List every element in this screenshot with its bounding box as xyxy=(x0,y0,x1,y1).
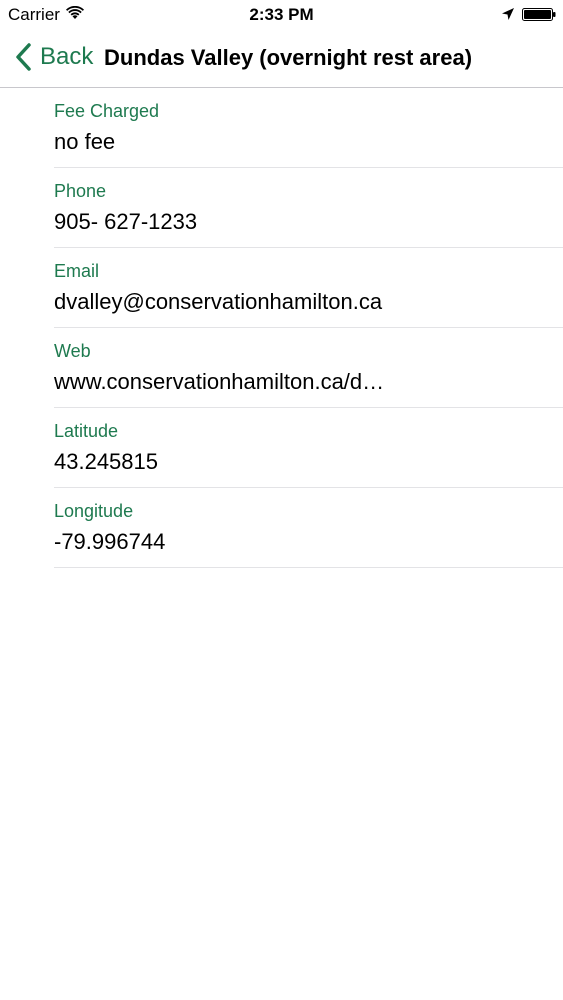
location-arrow-icon xyxy=(502,8,514,20)
web-label: Web xyxy=(54,341,91,361)
email-label: Email xyxy=(54,261,100,281)
detail-row-latitude: Latitude 43.245815 xyxy=(54,408,563,488)
navigation-bar: Back Dundas Valley (overnight rest area) xyxy=(0,30,563,88)
web-value[interactable]: www.conservationhamilton.ca/d… xyxy=(54,369,384,395)
detail-row-phone[interactable]: Phone 905- 627-1233 xyxy=(54,168,563,248)
page-title: Dundas Valley (overnight rest area) xyxy=(104,45,473,70)
back-button[interactable]: Back xyxy=(14,40,93,74)
status-time: 2:33 PM xyxy=(249,5,314,24)
latitude-label: Latitude xyxy=(54,421,119,441)
latitude-value: 43.245815 xyxy=(54,449,158,474)
phone-value[interactable]: 905- 627-1233 xyxy=(54,209,197,235)
longitude-value: -79.996744 xyxy=(54,529,166,554)
detail-list: Fee Charged no fee Phone 905- 627-1233 E… xyxy=(0,88,563,568)
fee-label: Fee Charged xyxy=(54,101,160,121)
detail-row-email[interactable]: Email dvalley@conservationhamilton.ca xyxy=(54,248,563,328)
detail-row-longitude: Longitude -79.996744 xyxy=(54,488,563,568)
detail-row-fee: Fee Charged no fee xyxy=(54,88,563,168)
detail-row-web[interactable]: Web www.conservationhamilton.ca/d… xyxy=(54,328,563,408)
fee-value: no fee xyxy=(54,129,116,154)
battery-icon xyxy=(522,8,556,21)
chevron-left-icon xyxy=(16,43,31,71)
status-bar: Carrier 2:33 PM xyxy=(0,0,563,30)
back-label: Back xyxy=(40,43,94,70)
email-value[interactable]: dvalley@conservationhamilton.ca xyxy=(54,289,382,315)
longitude-label: Longitude xyxy=(54,501,134,521)
phone-label: Phone xyxy=(54,181,107,201)
